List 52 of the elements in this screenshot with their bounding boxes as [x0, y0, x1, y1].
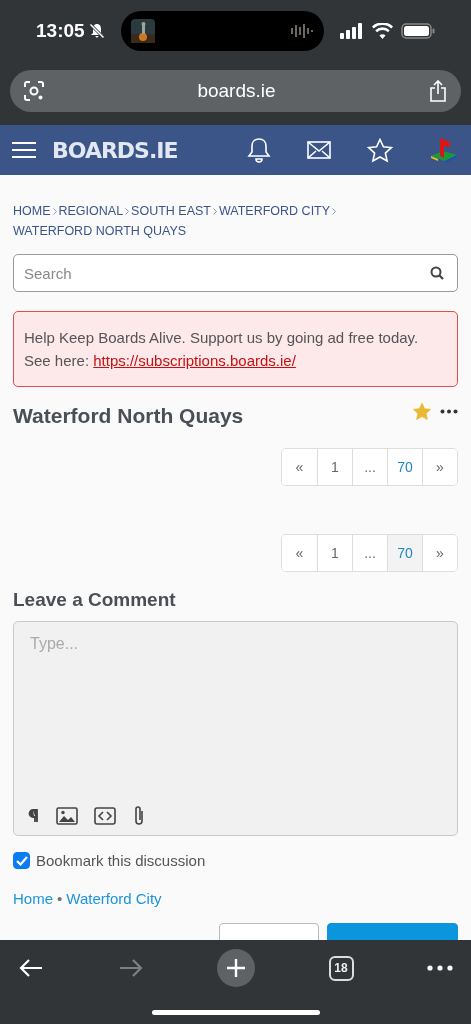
plus-icon	[226, 958, 246, 978]
subscription-link[interactable]: https://subscriptions.boards.ie/	[93, 352, 296, 369]
star-icon[interactable]	[367, 137, 393, 163]
wifi-icon	[372, 23, 393, 39]
discussion-title: Waterford North Quays	[13, 403, 244, 429]
share-icon[interactable]	[429, 80, 447, 102]
paragraph-icon[interactable]	[28, 808, 40, 823]
breadcrumb-link[interactable]: WATERFORD CITY	[219, 201, 331, 221]
tab-count-button[interactable]: 18	[328, 955, 354, 981]
clock-time: 13:05	[36, 18, 85, 43]
breadcrumb-link[interactable]: Waterford City	[66, 888, 162, 911]
bell-icon[interactable]	[247, 137, 271, 163]
forward-arrow-icon[interactable]	[117, 958, 144, 978]
new-tab-button[interactable]	[217, 949, 255, 987]
code-icon[interactable]	[94, 806, 116, 825]
envelope-icon[interactable]	[307, 141, 331, 159]
comment-field[interactable]: Type...	[14, 621, 457, 805]
waveform-icon	[289, 23, 314, 39]
more-icon[interactable]	[427, 965, 453, 971]
paperclip-icon[interactable]	[132, 804, 146, 827]
comment-editor[interactable]: Type...	[13, 620, 458, 836]
bell-slash-icon	[88, 23, 105, 39]
page-link[interactable]: 70	[387, 535, 422, 572]
more-icon[interactable]	[440, 409, 458, 415]
search-icon[interactable]	[430, 266, 444, 280]
camera-search-icon	[24, 81, 44, 101]
alert-text: Help Keep Boards Alive. Support us by going ad free today. See here: https://subscriptions.boards.ie/	[24, 329, 419, 369]
breadcrumb-link[interactable]: REGIONAL	[58, 201, 124, 221]
separator-dot: •	[57, 889, 63, 910]
battery-icon	[401, 23, 435, 39]
address-bar[interactable]: boards.ie	[10, 70, 461, 112]
url-text: boards.ie	[197, 78, 276, 103]
breadcrumb-link[interactable]: SOUTH EAST	[131, 201, 211, 221]
checkbox[interactable]	[13, 852, 30, 870]
page-link[interactable]: »	[422, 449, 457, 486]
back-arrow-icon[interactable]	[18, 958, 44, 978]
search-field[interactable]: Search	[13, 254, 458, 292]
checkbox-label[interactable]: Bookmark this discussion	[36, 849, 206, 873]
signal-icon	[340, 23, 364, 39]
chevron-icon	[125, 207, 130, 215]
site-logo[interactable]: BOARDS.IE	[52, 133, 178, 167]
breadcrumb-link[interactable]: Home	[13, 888, 53, 911]
star-icon[interactable]	[412, 402, 432, 422]
image-icon[interactable]	[56, 806, 78, 825]
page-link[interactable]: »	[422, 535, 457, 572]
chevron-icon	[52, 207, 57, 215]
breadcrumb-link[interactable]: WATERFORD NORTH QUAYS	[13, 221, 187, 241]
section-heading: Leave a Comment	[13, 588, 177, 613]
menu-icon[interactable]	[12, 141, 36, 159]
chevron-icon	[213, 207, 217, 215]
breadcrumb-link[interactable]: HOME	[13, 201, 51, 221]
chevron-icon	[332, 207, 337, 215]
